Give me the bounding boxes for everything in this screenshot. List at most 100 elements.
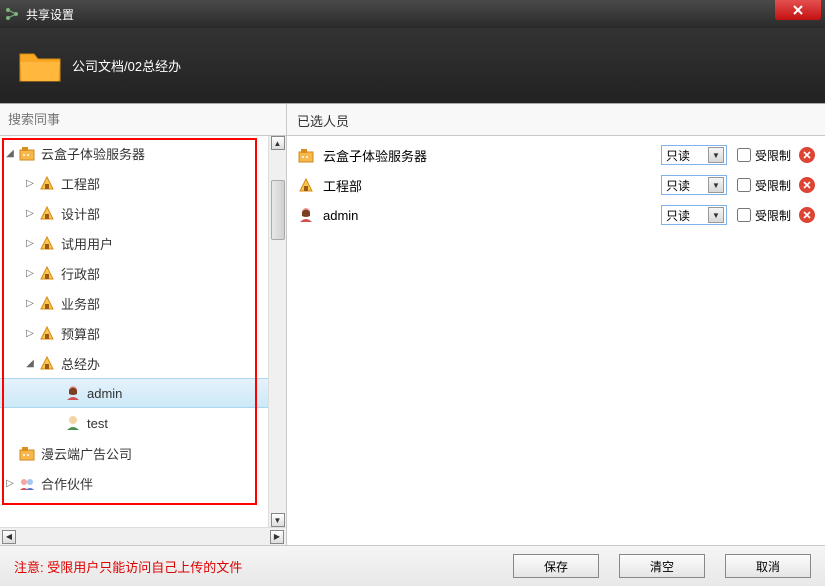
tree-node-label: 预算部 (61, 324, 100, 343)
horizontal-scrollbar[interactable]: ◀ ▶ (0, 527, 286, 545)
scroll-left-button[interactable]: ◀ (2, 530, 16, 544)
scroll-up-button[interactable]: ▲ (271, 136, 285, 150)
restrict-checkbox[interactable]: 受限制 (737, 147, 791, 164)
expander-icon[interactable]: ◢ (4, 147, 16, 159)
tree-node-label: 漫云端广告公司 (41, 444, 132, 463)
org-icon (18, 144, 36, 162)
org-icon (18, 444, 36, 462)
dept-icon (297, 176, 315, 194)
close-button[interactable] (775, 0, 821, 20)
breadcrumb: 公司文档/02总经办 (72, 56, 181, 75)
expander-icon[interactable]: ▷ (24, 267, 36, 279)
member-row: 工程部只读▼ 受限制 (287, 170, 825, 200)
user-f-icon (297, 206, 315, 224)
org-tree[interactable]: ◢ 云盒子体验服务器 ▷ 工程部 ▷ 设计部 ▷ 试用用户 ▷ 行政部 ▷ 业务部 ▷ 预算部 ◢ 总经办 ad… (0, 136, 268, 527)
selected-members-header: 已选人员 (287, 104, 825, 136)
expander-icon[interactable] (4, 447, 16, 459)
expander-icon[interactable]: ▷ (4, 477, 16, 489)
close-icon (803, 151, 811, 159)
scroll-right-button[interactable]: ▶ (270, 530, 284, 544)
left-pane: ◢ 云盒子体验服务器 ▷ 工程部 ▷ 设计部 ▷ 试用用户 ▷ 行政部 ▷ 业务部 ▷ 预算部 ◢ 总经办 ad… (0, 104, 287, 545)
permission-select[interactable]: 只读▼ (661, 145, 727, 165)
expander-icon[interactable] (50, 387, 62, 399)
tree-node-label: 总经办 (61, 354, 100, 373)
permission-select[interactable]: 只读▼ (661, 175, 727, 195)
member-name: 云盒子体验服务器 (323, 146, 661, 165)
dept-icon (38, 264, 56, 282)
dept-icon (38, 354, 56, 372)
tree-node-label: 合作伙伴 (41, 474, 93, 493)
tree-node-label: 设计部 (61, 204, 100, 223)
scroll-thumb[interactable] (271, 180, 285, 240)
save-button[interactable]: 保存 (513, 554, 599, 578)
close-icon (792, 4, 804, 16)
permission-select[interactable]: 只读▼ (661, 205, 727, 225)
dept-icon (38, 234, 56, 252)
tree-node[interactable]: admin (0, 378, 268, 408)
member-row: admin只读▼ 受限制 (287, 200, 825, 230)
footer: 注意: 受限用户只能访问自己上传的文件 保存 清空 取消 (0, 545, 825, 586)
member-name: 工程部 (323, 176, 661, 195)
warning-text: 注意: 受限用户只能访问自己上传的文件 (14, 557, 493, 576)
title-bar: 共享设置 (0, 0, 825, 28)
tree-node[interactable]: ◢ 云盒子体验服务器 (0, 138, 268, 168)
dropdown-icon[interactable]: ▼ (708, 207, 724, 223)
cancel-button[interactable]: 取消 (725, 554, 811, 578)
app-icon (4, 6, 20, 22)
tree-node[interactable]: ▷ 试用用户 (0, 228, 268, 258)
remove-button[interactable] (799, 147, 815, 163)
expander-icon[interactable]: ▷ (24, 327, 36, 339)
dept-icon (38, 204, 56, 222)
search-input[interactable] (0, 104, 286, 136)
expander-icon[interactable]: ▷ (24, 177, 36, 189)
partners-icon (18, 474, 36, 492)
tree-node-label: 试用用户 (61, 234, 113, 253)
tree-node[interactable]: ▷ 预算部 (0, 318, 268, 348)
expander-icon[interactable]: ◢ (24, 357, 36, 369)
tree-node[interactable]: ◢ 总经办 (0, 348, 268, 378)
header: 公司文档/02总经办 (0, 28, 825, 103)
tree-node-label: 工程部 (61, 174, 100, 193)
tree-node[interactable]: 漫云端广告公司 (0, 438, 268, 468)
restrict-checkbox[interactable]: 受限制 (737, 177, 791, 194)
folder-icon (18, 46, 62, 86)
tree-node[interactable]: ▷ 合作伙伴 (0, 468, 268, 498)
scroll-down-button[interactable]: ▼ (271, 513, 285, 527)
user-f-icon (64, 384, 82, 402)
tree-node[interactable]: ▷ 业务部 (0, 288, 268, 318)
clear-button[interactable]: 清空 (619, 554, 705, 578)
restrict-checkbox[interactable]: 受限制 (737, 207, 791, 224)
expander-icon[interactable]: ▷ (24, 297, 36, 309)
tree-node-label: test (87, 416, 108, 431)
expander-icon[interactable]: ▷ (24, 207, 36, 219)
tree-node-label: 行政部 (61, 264, 100, 283)
user-m-icon (64, 414, 82, 432)
window-title: 共享设置 (26, 6, 74, 23)
member-list: 云盒子体验服务器只读▼受限制工程部只读▼受限制admin只读▼受限制 (287, 136, 825, 545)
dept-icon (38, 294, 56, 312)
remove-button[interactable] (799, 177, 815, 193)
dropdown-icon[interactable]: ▼ (708, 177, 724, 193)
expander-icon[interactable]: ▷ (24, 237, 36, 249)
dept-icon (38, 324, 56, 342)
content: ◢ 云盒子体验服务器 ▷ 工程部 ▷ 设计部 ▷ 试用用户 ▷ 行政部 ▷ 业务部 ▷ 预算部 ◢ 总经办 ad… (0, 103, 825, 545)
tree-node-label: 业务部 (61, 294, 100, 313)
tree-container: ◢ 云盒子体验服务器 ▷ 工程部 ▷ 设计部 ▷ 试用用户 ▷ 行政部 ▷ 业务部 ▷ 预算部 ◢ 总经办 ad… (0, 136, 286, 527)
close-icon (803, 181, 811, 189)
tree-node[interactable]: ▷ 行政部 (0, 258, 268, 288)
member-row: 云盒子体验服务器只读▼ 受限制 (287, 140, 825, 170)
right-pane: 已选人员 云盒子体验服务器只读▼受限制工程部只读▼受限制admin只读▼受限制 (287, 104, 825, 545)
dropdown-icon[interactable]: ▼ (708, 147, 724, 163)
member-name: admin (323, 208, 661, 223)
tree-node-label: admin (87, 386, 122, 401)
tree-node[interactable]: test (0, 408, 268, 438)
org-icon (297, 146, 315, 164)
tree-node[interactable]: ▷ 工程部 (0, 168, 268, 198)
dept-icon (38, 174, 56, 192)
remove-button[interactable] (799, 207, 815, 223)
tree-node[interactable]: ▷ 设计部 (0, 198, 268, 228)
tree-node-label: 云盒子体验服务器 (41, 144, 145, 163)
expander-icon[interactable] (50, 417, 62, 429)
close-icon (803, 211, 811, 219)
vertical-scrollbar[interactable]: ▲ ▼ (268, 136, 286, 527)
